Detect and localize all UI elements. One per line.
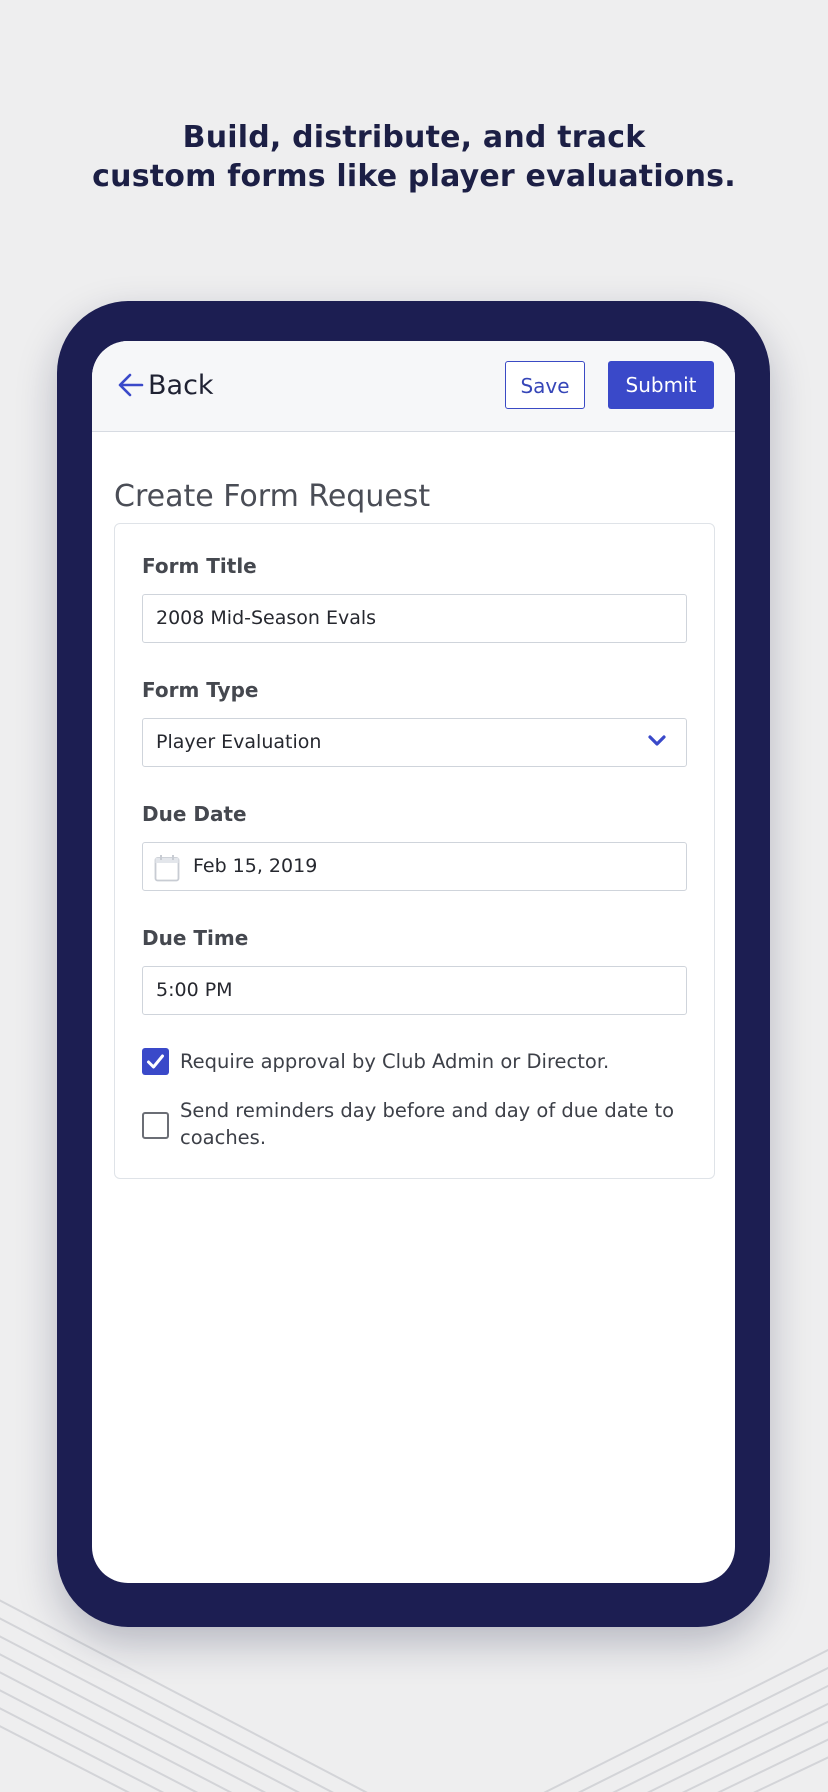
submit-button[interactable]: Submit <box>608 361 714 409</box>
back-button[interactable]: Back <box>116 365 214 405</box>
checkmark-icon <box>147 1054 164 1069</box>
app-screen: Back Save Submit Create Form Request For… <box>92 341 735 1583</box>
top-nav-bar: Back Save Submit <box>92 341 735 432</box>
calendar-icon <box>154 855 180 882</box>
require-approval-label: Require approval by Club Admin or Direct… <box>180 1050 610 1073</box>
form-type-select[interactable]: Player Evaluation <box>142 718 687 767</box>
due-date-label: Due Date <box>142 802 247 826</box>
marketing-headline: Build, distribute, and track custom form… <box>0 118 828 196</box>
arrow-left-icon <box>118 373 144 397</box>
due-date-value: Feb 15, 2019 <box>193 855 318 877</box>
save-button[interactable]: Save <box>505 361 585 409</box>
headline-line-1: Build, distribute, and track <box>182 120 646 155</box>
chevron-down-icon <box>648 735 666 746</box>
due-time-value: 5:00 PM <box>156 979 233 1001</box>
form-type-label: Form Type <box>142 678 259 702</box>
page-title: Create Form Request <box>114 479 431 514</box>
send-reminders-label: Send reminders day before and day of due… <box>180 1099 675 1149</box>
form-title-value: 2008 Mid-Season Evals <box>156 607 377 629</box>
form-type-value: Player Evaluation <box>156 731 322 753</box>
due-time-input[interactable]: 5:00 PM <box>142 966 687 1015</box>
due-date-input[interactable]: Feb 15, 2019 <box>142 842 687 891</box>
phone-frame: Back Save Submit Create Form Request For… <box>57 301 770 1627</box>
headline-line-2: custom forms like player evaluations. <box>92 159 736 194</box>
due-time-label: Due Time <box>142 926 249 950</box>
require-approval-checkbox[interactable] <box>142 1048 169 1075</box>
form-title-label: Form Title <box>142 554 257 578</box>
form-title-input[interactable]: 2008 Mid-Season Evals <box>142 594 687 643</box>
back-label: Back <box>148 369 214 401</box>
send-reminders-checkbox[interactable] <box>142 1112 169 1139</box>
form-card: Form Title 2008 Mid-Season Evals Form Ty… <box>114 523 715 1179</box>
